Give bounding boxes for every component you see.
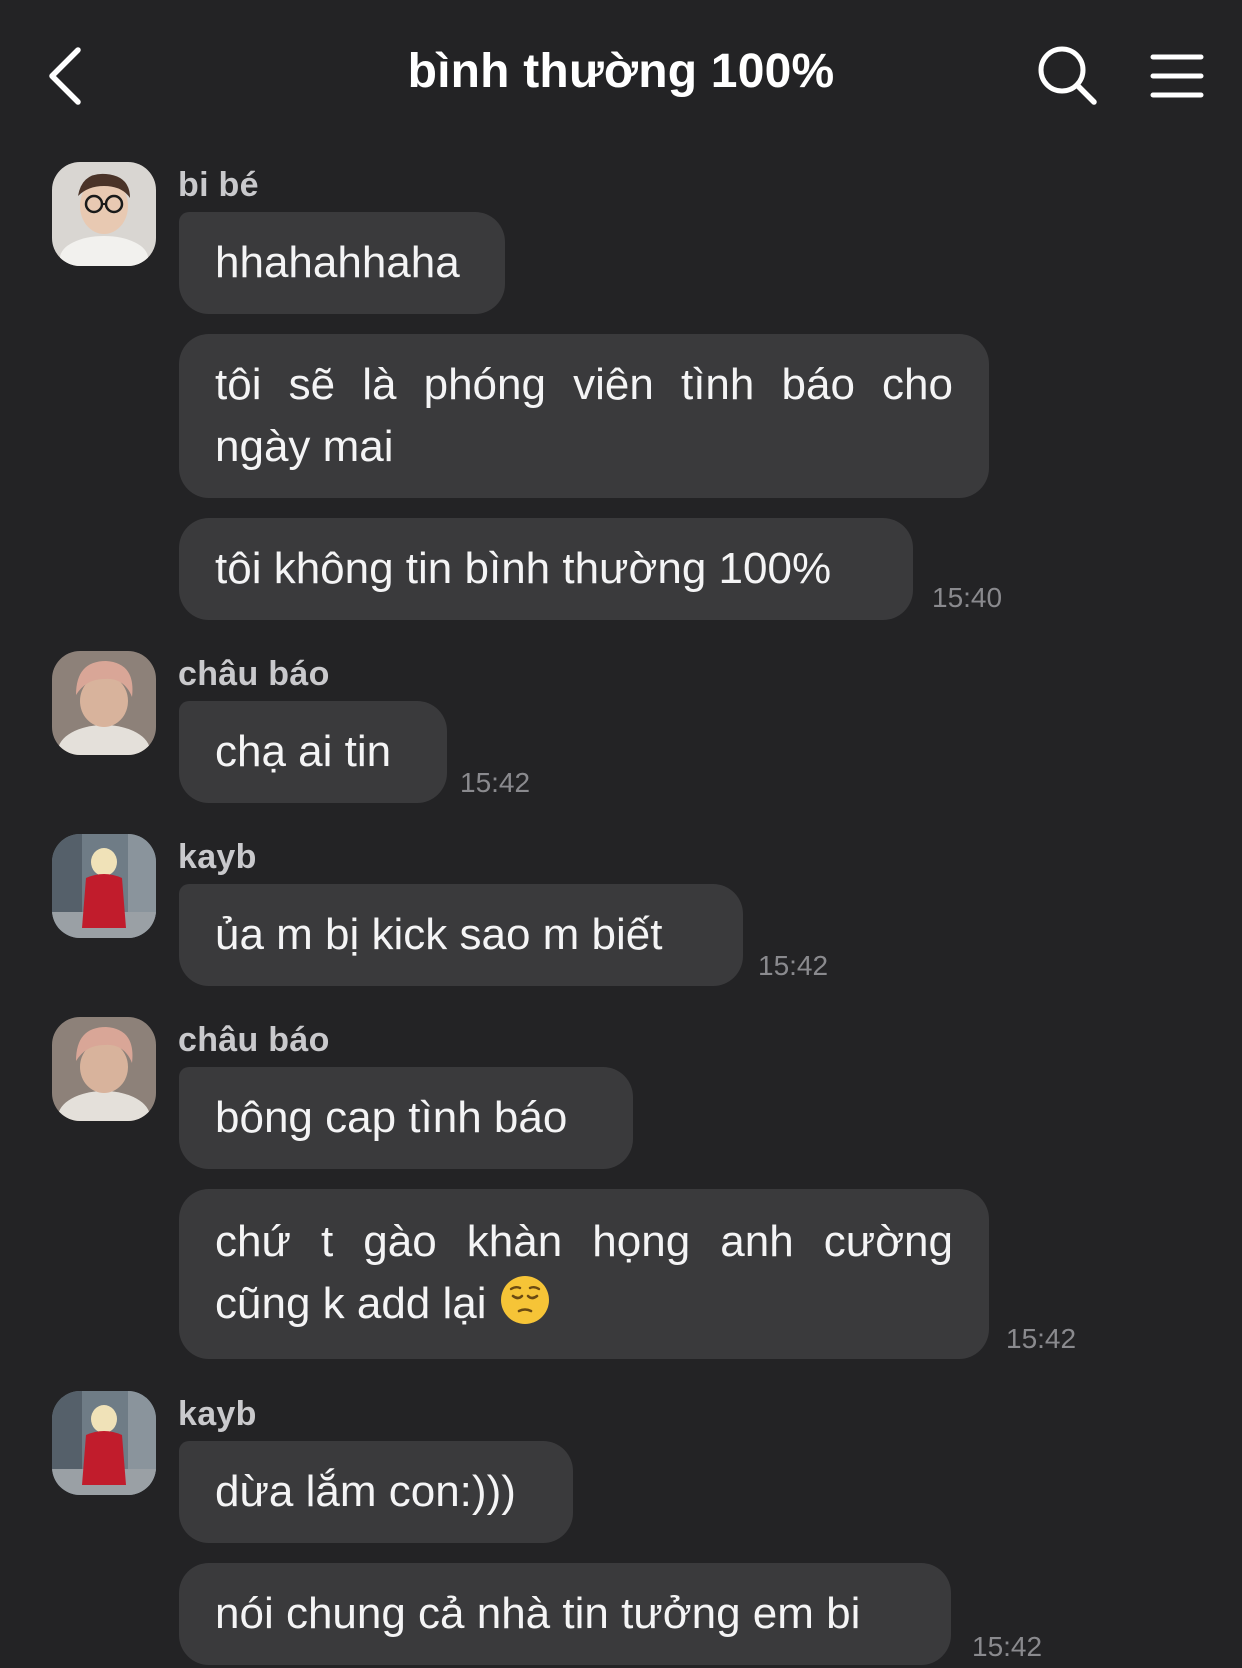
message-text: hhahahhaha (215, 238, 460, 287)
message-bubble[interactable]: tôi sẽ là phóng viên tình báo cho ngày m… (179, 334, 989, 498)
avatar-photo (52, 162, 156, 266)
search-icon (1038, 46, 1097, 105)
message-bubble[interactable]: ủa m bị kick sao m biết (179, 884, 743, 986)
avatar-photo (52, 1017, 156, 1121)
message-text: bông cap tình báo (215, 1093, 568, 1142)
avatar-photo (52, 1391, 156, 1495)
menu-button[interactable] (1148, 48, 1206, 106)
message-text: chạ ai tin (215, 727, 392, 776)
avatar[interactable] (52, 651, 156, 755)
message-bubble[interactable]: nói chung cả nhà tin tưởng em bi (179, 1563, 951, 1665)
message-text: chứ t gào khàn họng anh cường cũng k add… (215, 1217, 953, 1328)
message-text: dừa lắm con:))) (215, 1467, 516, 1516)
sender-name: châu báo (178, 655, 330, 693)
message-bubble[interactable]: tôi không tin bình thường 100% (179, 518, 913, 620)
sender-name: bi bé (178, 166, 259, 204)
avatar-photo (52, 651, 156, 755)
message-timestamp: 15:40 (932, 582, 1003, 613)
sender-name: kayb (178, 838, 257, 876)
avatar[interactable] (52, 1017, 156, 1121)
message-bubble[interactable]: chứ t gào khàn họng anh cường cũng k add… (179, 1189, 989, 1359)
avatar-photo (52, 834, 156, 938)
message-bubble[interactable]: dừa lắm con:))) (179, 1441, 573, 1543)
message-timestamp: 15:42 (758, 950, 829, 981)
menu-icon (1150, 54, 1204, 98)
message-bubble[interactable]: bông cap tình báo (179, 1067, 633, 1169)
pensive-face-icon (500, 1276, 549, 1324)
message-text: ủa m bị kick sao m biết (215, 910, 663, 959)
message-timestamp: 15:42 (972, 1631, 1043, 1662)
sender-name: châu báo (178, 1021, 330, 1059)
message-timestamp: 15:42 (460, 767, 531, 798)
avatar[interactable] (52, 1391, 156, 1495)
chat-header: bình thường 100% (0, 0, 1242, 150)
message-timestamp: 15:42 (1006, 1323, 1077, 1354)
message-bubble[interactable]: hhahahhaha (179, 212, 505, 314)
avatar[interactable] (52, 162, 156, 266)
search-button[interactable] (1036, 44, 1100, 108)
message-bubble[interactable]: chạ ai tin (179, 701, 447, 803)
message-text: tôi sẽ là phóng viên tình báo cho ngày m… (215, 360, 953, 471)
message-text: nói chung cả nhà tin tưởng em bi (215, 1589, 861, 1638)
sender-name: kayb (178, 1395, 257, 1433)
avatar[interactable] (52, 834, 156, 938)
message-text: tôi không tin bình thường 100% (215, 544, 832, 593)
